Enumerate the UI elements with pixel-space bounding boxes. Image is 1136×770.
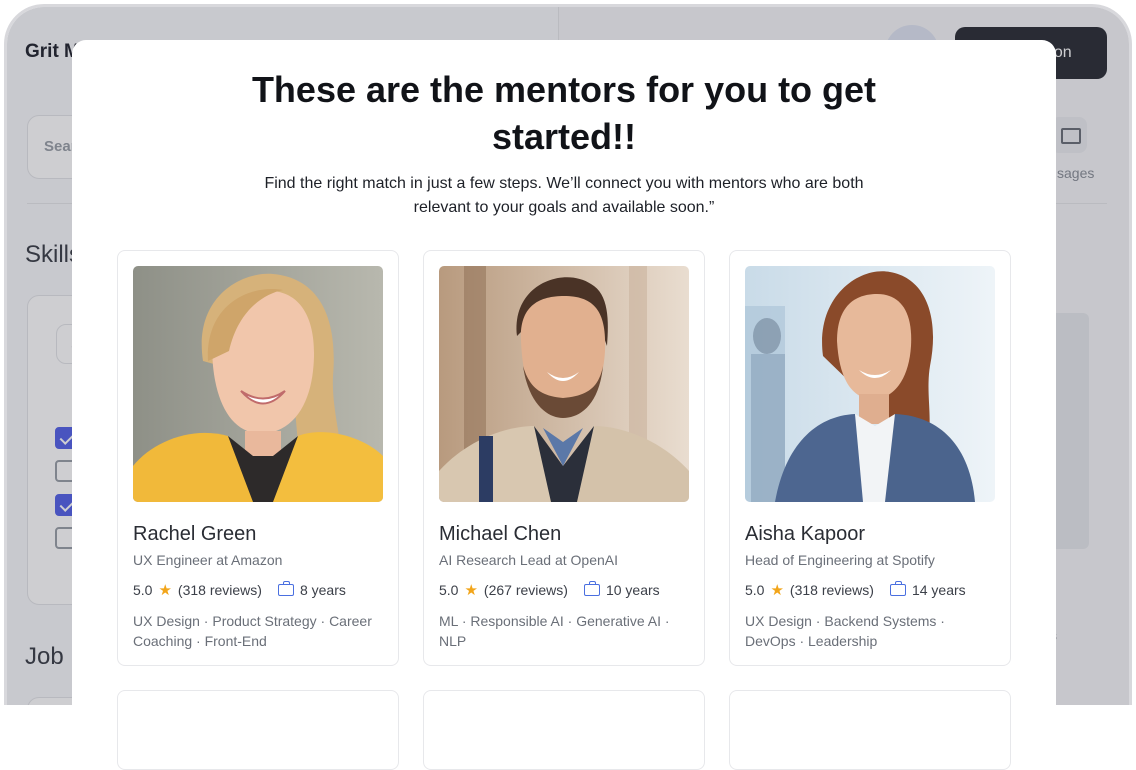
mentor-experience: 10 years: [605, 582, 660, 598]
mentor-stats: 5.0 ★ (318 reviews) 14 years: [745, 581, 966, 599]
mentor-stats: 5.0 ★ (318 reviews) 8 years: [133, 581, 346, 599]
mentor-role: Head of Engineering at Spotify: [745, 552, 935, 568]
mentor-card[interactable]: [729, 690, 1011, 770]
mentor-reviews: (318 reviews): [789, 582, 874, 598]
mentor-rating: 5.0: [133, 582, 153, 598]
mentor-tags: ML · Responsible AI · Generative AI · NL…: [439, 613, 670, 649]
mentor-photo: [745, 266, 995, 502]
mentor-stats: 5.0 ★ (267 reviews) 10 years: [439, 581, 660, 599]
mentor-photo: [439, 266, 689, 502]
mentor-tags: UX Design · Backend Systems · DevOps · L…: [745, 613, 945, 649]
mentor-card[interactable]: Aisha Kapoor Head of Engineering at Spot…: [729, 250, 1011, 666]
mentors-modal: These are the mentors for you to get sta…: [72, 40, 1056, 770]
mentor-role: AI Research Lead at OpenAI: [439, 552, 618, 568]
mentor-name: Aisha Kapoor: [745, 523, 866, 545]
mentor-role: UX Engineer at Amazon: [133, 552, 283, 568]
mentor-reviews: (267 reviews): [483, 582, 568, 598]
briefcase-icon: [277, 581, 294, 596]
briefcase-icon: [889, 581, 906, 596]
mentor-rating: 5.0: [745, 582, 765, 598]
mentor-card[interactable]: Michael Chen AI Research Lead at OpenAI …: [423, 250, 705, 666]
mentor-card[interactable]: [117, 690, 399, 770]
mentor-card[interactable]: Rachel Green UX Engineer at Amazon 5.0 ★…: [117, 250, 399, 666]
star-icon: ★: [158, 582, 172, 599]
mentor-tags: UX Design · Product Strategy · Career Co…: [133, 613, 372, 649]
mentor-reviews: (318 reviews): [177, 582, 262, 598]
briefcase-icon: [583, 581, 600, 596]
mentor-rating: 5.0: [439, 582, 459, 598]
star-icon: ★: [770, 582, 784, 599]
mentor-photo: [133, 266, 383, 502]
modal-title: These are the mentors for you to get sta…: [251, 69, 877, 157]
modal-subtitle: Find the right match in just a few steps…: [264, 175, 864, 216]
star-icon: ★: [464, 582, 478, 599]
mentor-name: Rachel Green: [133, 523, 257, 545]
mentor-name: Michael Chen: [439, 523, 562, 545]
mentor-experience: 8 years: [299, 582, 346, 598]
mentor-card[interactable]: [423, 690, 705, 770]
mentor-experience: 14 years: [911, 582, 966, 598]
